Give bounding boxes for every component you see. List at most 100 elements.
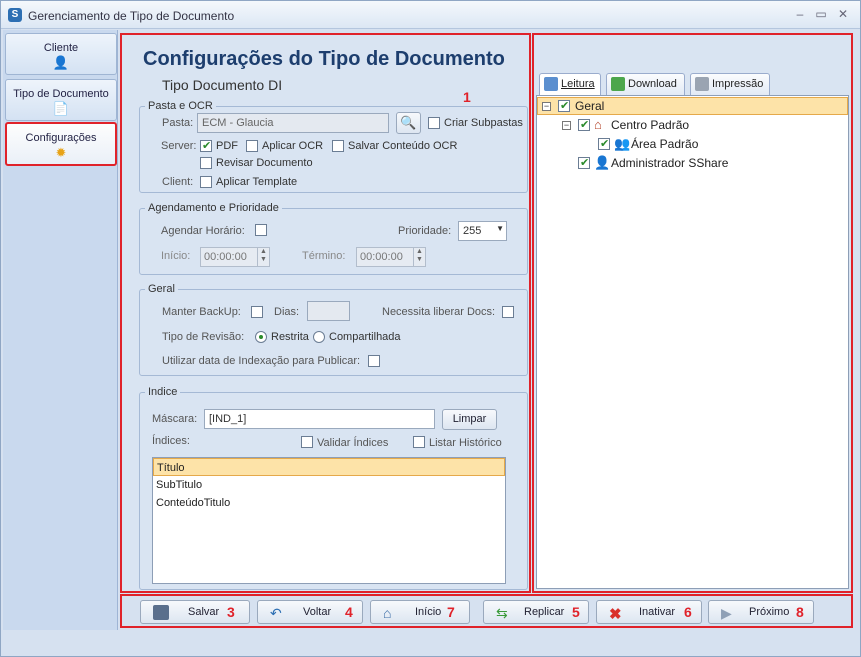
button-label: Próximo [749, 606, 790, 618]
termino-label: Término: [302, 250, 346, 262]
list-item[interactable]: Título [153, 458, 505, 476]
status-bar [1, 630, 860, 656]
pasta-label: Pasta: [162, 117, 194, 129]
button-label: Replicar [524, 606, 565, 618]
tree-checkbox-centro[interactable] [578, 118, 590, 131]
termino-time-field[interactable]: 00:00:00 ▲ ▼ [356, 247, 426, 267]
restrita-label: Restrita [271, 331, 309, 343]
sidebar-item-tipo-documento[interactable]: Tipo de Documento 📄 [5, 79, 117, 121]
printer-icon [695, 77, 709, 91]
sidebar-item-cliente[interactable]: Cliente 👤 [5, 33, 117, 75]
listar-historico-checkbox[interactable] [413, 436, 425, 448]
building-icon: ⌂ [594, 117, 602, 132]
validar-indices-label: Validar Índices [317, 437, 389, 449]
agendar-horario-label: Agendar Horário: [161, 225, 245, 237]
sidebar-item-label: Configurações [25, 132, 97, 144]
inicio-button[interactable]: ⌂ Início [370, 600, 470, 624]
prioridade-value: 255 [463, 225, 482, 237]
title-bar: S Gerenciamento de Tipo de Documento – ▭… [1, 1, 860, 29]
tree-node-centro[interactable]: Centro Padrão [611, 116, 689, 134]
user-icon: 👤 [594, 155, 611, 170]
manter-backup-checkbox[interactable] [251, 306, 263, 318]
sidebar-item-label: Tipo de Documento [13, 88, 109, 100]
button-label: Voltar [303, 606, 332, 618]
agendar-horario-checkbox[interactable] [255, 224, 267, 236]
restrita-radio[interactable] [255, 331, 267, 343]
sidebar: Cliente 👤 Tipo de Documento 📄 Configuraç… [3, 30, 118, 652]
back-arrow-icon: ↶ [270, 605, 282, 621]
client-label: Client: [162, 176, 194, 188]
aplicar-template-checkbox[interactable] [200, 176, 212, 188]
permissions-tree[interactable]: − Geral − ⌂ Centro Padrão 👥 Área Padrão … [536, 95, 849, 589]
minimize-icon[interactable]: – [792, 7, 808, 21]
necessita-liberar-checkbox[interactable] [502, 306, 514, 318]
collapse-icon[interactable]: − [562, 121, 571, 130]
salvar-conteudo-ocr-checkbox[interactable] [332, 140, 344, 152]
aplicar-ocr-label: Aplicar OCR [262, 140, 324, 152]
inicio-label: Início: [161, 250, 191, 262]
list-item[interactable]: ConteúdoTitulo [153, 494, 505, 512]
revisar-documento-checkbox[interactable] [200, 157, 212, 169]
annotation-marker-5: 5 [572, 604, 580, 620]
collapse-icon[interactable]: − [542, 102, 551, 111]
gear-icon: ✹ [55, 145, 67, 160]
dias-label: Dias: [274, 306, 300, 318]
close-icon[interactable]: ✕ [835, 7, 851, 21]
inicio-value: 00:00:00 [204, 251, 247, 263]
limpar-button[interactable]: Limpar [442, 409, 497, 430]
spinner-arrows-icon[interactable]: ▲ ▼ [413, 248, 425, 266]
sidebar-item-configuracoes[interactable]: Configurações ✹ [5, 122, 117, 166]
tree-node-area[interactable]: Área Padrão [631, 135, 698, 153]
criar-subpastas-checkbox[interactable] [428, 117, 440, 129]
home-icon: ⌂ [383, 605, 392, 621]
chevron-down-icon: ▼ [496, 224, 504, 233]
tree-node-geral[interactable]: Geral [575, 97, 604, 115]
download-icon [611, 77, 625, 91]
aplicar-template-label: Aplicar Template [216, 176, 298, 188]
indices-list[interactable]: Título SubTitulo ConteúdoTitulo [152, 457, 506, 584]
tab-label: Leitura [561, 78, 595, 90]
prioridade-select[interactable]: 255 ▼ [458, 221, 507, 241]
manter-backup-label: Manter BackUp: [162, 306, 241, 318]
utilizar-data-label: Utilizar data de Indexação para Publicar… [162, 355, 361, 367]
group-legend: Pasta e OCR [148, 100, 213, 112]
pdf-checkbox[interactable] [200, 139, 212, 152]
annotation-marker-7: 7 [447, 604, 455, 620]
revisar-documento-label: Revisar Documento [216, 157, 313, 169]
list-item[interactable]: SubTitulo [153, 476, 505, 494]
annotation-marker-4: 4 [345, 604, 353, 620]
compartilhada-label: Compartilhada [329, 331, 401, 343]
annotation-marker-3: 3 [227, 604, 235, 620]
tree-node-admin[interactable]: Administrador SShare [611, 154, 728, 172]
compartilhada-radio[interactable] [313, 331, 325, 343]
tree-checkbox-admin[interactable] [578, 156, 590, 169]
annotation-marker-8: 8 [796, 604, 804, 620]
mascara-field[interactable]: [IND_1] [204, 409, 435, 429]
termino-value: 00:00:00 [360, 251, 403, 263]
group-legend: Indice [148, 386, 178, 398]
utilizar-data-checkbox[interactable] [368, 355, 380, 367]
tab-leitura[interactable]: Leitura [539, 73, 601, 95]
button-label: Início [415, 606, 442, 618]
aplicar-ocr-checkbox[interactable] [246, 140, 258, 152]
floppy-icon [153, 605, 169, 620]
pdf-label: PDF [216, 140, 238, 152]
group-legend: Agendamento e Prioridade [148, 202, 279, 214]
necessita-liberar-label: Necessita liberar Docs: [382, 306, 496, 318]
tab-download[interactable]: Download [606, 73, 685, 95]
window-title: Gerenciamento de Tipo de Documento [28, 9, 235, 23]
spinner-arrows-icon[interactable]: ▲ ▼ [257, 248, 269, 266]
x-icon: ✖ [609, 606, 622, 623]
tree-checkbox-geral[interactable] [558, 99, 570, 112]
tipo-revisao-label: Tipo de Revisão: [162, 331, 245, 343]
indices-label: Índices: [152, 435, 190, 447]
tab-impressao[interactable]: Impressão [690, 73, 770, 95]
validar-indices-checkbox[interactable] [301, 436, 313, 448]
replicate-icon: ⇆ [496, 605, 508, 621]
search-button[interactable]: 🔍 [396, 112, 421, 134]
maximize-icon[interactable]: ▭ [813, 7, 829, 21]
tree-checkbox-area[interactable] [598, 137, 610, 150]
inicio-time-field[interactable]: 00:00:00 ▲ ▼ [200, 247, 270, 267]
pasta-field[interactable]: ECM - Glaucia [197, 113, 389, 133]
dias-field[interactable] [307, 301, 350, 321]
